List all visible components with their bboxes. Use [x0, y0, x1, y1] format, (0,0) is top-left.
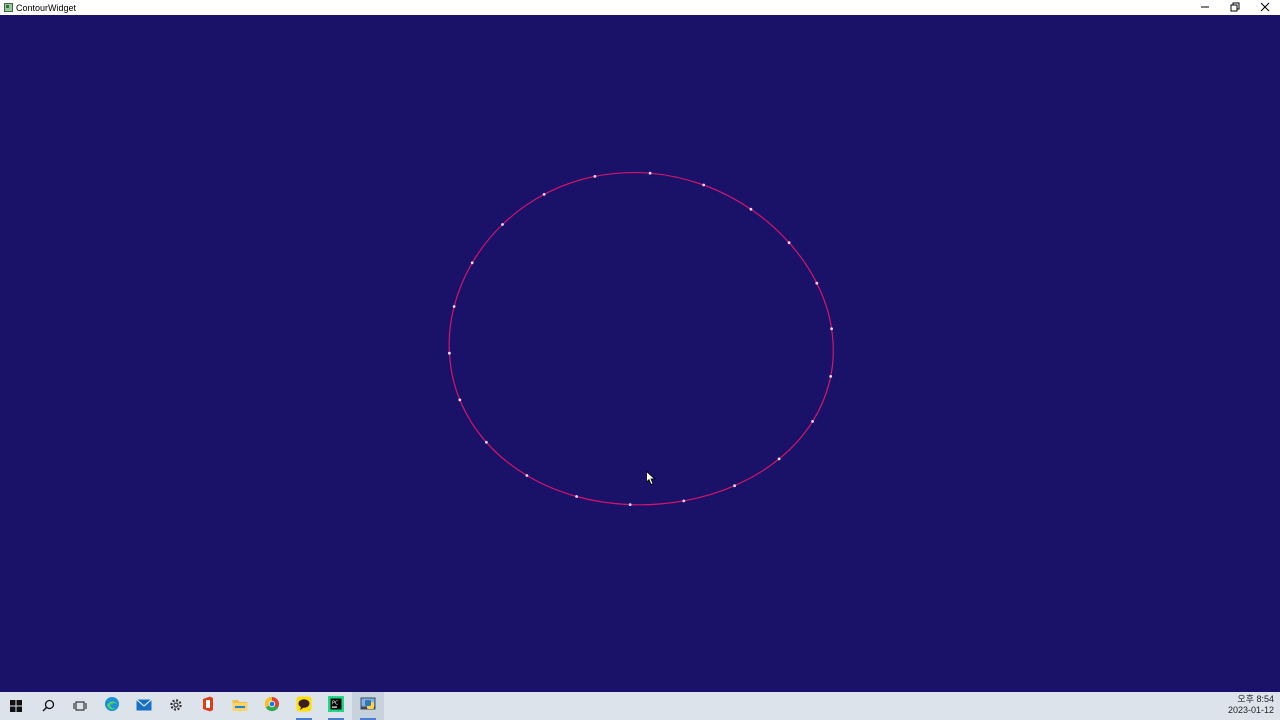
clock-time: 오후 8:54	[1237, 694, 1274, 704]
app-icon	[3, 3, 13, 13]
svg-text:PC: PC	[332, 701, 339, 707]
contour-canvas[interactable]	[0, 15, 1280, 692]
contour-point-4[interactable]	[815, 281, 819, 285]
contour-point-15[interactable]	[458, 398, 462, 402]
file-explorer-icon	[232, 697, 248, 716]
start-button[interactable]	[0, 692, 32, 720]
contour-point-19[interactable]	[501, 223, 504, 226]
contour-point-3[interactable]	[787, 241, 791, 245]
contour-point-14[interactable]	[485, 440, 488, 444]
contour-point-6[interactable]	[829, 375, 833, 378]
restore-button[interactable]	[1220, 0, 1250, 15]
contour-point-17[interactable]	[452, 305, 456, 308]
window-title: ContourWidget	[16, 2, 77, 13]
contour-point-21[interactable]	[593, 175, 597, 178]
taskbar-search-button[interactable]	[32, 692, 64, 720]
taskbar-settings[interactable]	[160, 692, 192, 720]
contour-point-7[interactable]	[811, 420, 814, 423]
taskbar-kakaotalk[interactable]	[288, 692, 320, 720]
contour-point-11[interactable]	[628, 503, 632, 506]
contour-drawing[interactable]	[0, 15, 1280, 692]
taskbar-mail[interactable]	[128, 692, 160, 720]
taskbar-office[interactable]	[192, 692, 224, 720]
minimize-icon	[1200, 2, 1210, 14]
mail-icon	[136, 697, 152, 716]
contour-point-20[interactable]	[542, 193, 546, 196]
task-view-button[interactable]	[64, 692, 96, 720]
contour-point-1[interactable]	[702, 183, 706, 187]
contour-point-16[interactable]	[448, 351, 451, 355]
windows-start-icon	[10, 697, 22, 716]
restore-icon	[1230, 2, 1240, 14]
contour-point-0[interactable]	[648, 171, 652, 175]
system-clock[interactable]: 오후 8:54 2023-01-12	[1228, 694, 1274, 716]
taskbar-file-explorer[interactable]	[224, 692, 256, 720]
contour-point-5[interactable]	[830, 327, 833, 331]
contour-point-18[interactable]	[470, 261, 474, 265]
close-icon	[1260, 2, 1270, 14]
pycharm-icon: PC	[328, 696, 344, 716]
taskbar-edge[interactable]	[96, 692, 128, 720]
chrome-icon	[264, 696, 280, 716]
python-app-icon	[360, 696, 376, 716]
close-button[interactable]	[1250, 0, 1280, 15]
taskbar-contourwidget[interactable]	[352, 692, 384, 720]
title-bar: ContourWidget	[0, 0, 1280, 15]
office-icon	[201, 696, 215, 716]
contour-point-13[interactable]	[525, 474, 529, 477]
contour-point-2[interactable]	[749, 207, 753, 211]
contour-point-12[interactable]	[575, 495, 578, 498]
contour-point-10[interactable]	[682, 499, 686, 503]
contour-point-8[interactable]	[777, 457, 781, 461]
kakaotalk-icon	[296, 696, 312, 716]
clock-date: 2023-01-12	[1227, 705, 1274, 715]
mouse-cursor-icon	[646, 470, 656, 490]
search-icon	[42, 697, 55, 716]
task-view-icon	[73, 697, 87, 716]
settings-icon	[169, 697, 183, 716]
edge-icon	[104, 696, 120, 716]
minimize-button[interactable]	[1190, 0, 1220, 15]
contour-point-9[interactable]	[733, 484, 736, 488]
taskbar-pycharm[interactable]: PC	[320, 692, 352, 720]
contour-curve[interactable]	[448, 172, 834, 506]
taskbar-chrome[interactable]	[256, 692, 288, 720]
taskbar: PC 오후 8:54 2023-01-12	[0, 692, 1280, 720]
